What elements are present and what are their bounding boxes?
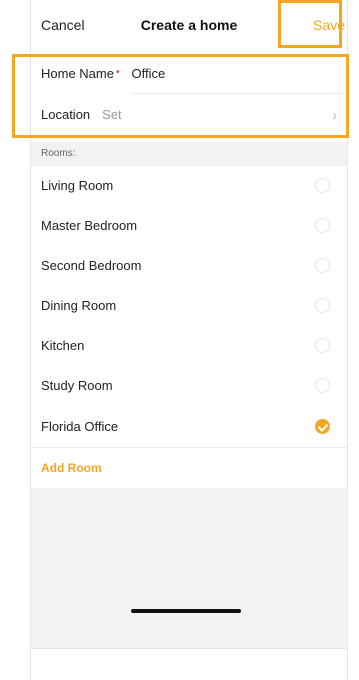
room-item[interactable]: Second Bedroom — [31, 246, 347, 286]
room-item[interactable]: Living Room — [31, 166, 347, 206]
empty-area — [31, 488, 347, 648]
form-highlight-box — [12, 54, 349, 138]
add-room-button[interactable]: Add Room — [41, 461, 102, 475]
radio-circle-icon[interactable] — [315, 378, 330, 393]
radio-circle-icon[interactable] — [315, 218, 330, 233]
room-name: Kitchen — [41, 338, 85, 353]
save-highlight-box — [278, 0, 342, 48]
radio-circle-icon[interactable] — [315, 258, 330, 273]
checkmark-circle-icon[interactable] — [315, 419, 330, 434]
radio-circle-icon[interactable] — [315, 298, 330, 313]
room-name: Dining Room — [41, 298, 117, 313]
home-indicator[interactable] — [131, 609, 241, 613]
room-name: Living Room — [41, 178, 114, 193]
room-name: Study Room — [41, 378, 113, 393]
rooms-caption: Rooms: — [41, 148, 76, 159]
room-item[interactable]: Kitchen — [31, 326, 347, 366]
room-item[interactable]: Master Bedroom — [31, 206, 347, 246]
room-item[interactable]: Florida Office — [31, 407, 347, 447]
rooms-section-header: Rooms: — [31, 142, 347, 166]
room-item[interactable]: Dining Room — [31, 286, 347, 326]
radio-circle-icon[interactable] — [315, 178, 330, 193]
bottom-strip — [31, 648, 347, 680]
divider — [31, 447, 347, 448]
room-item[interactable]: Study Room — [31, 366, 347, 406]
radio-circle-icon[interactable] — [315, 338, 330, 353]
room-name: Florida Office — [41, 419, 119, 434]
room-name: Master Bedroom — [41, 218, 138, 233]
room-name: Second Bedroom — [41, 258, 142, 273]
